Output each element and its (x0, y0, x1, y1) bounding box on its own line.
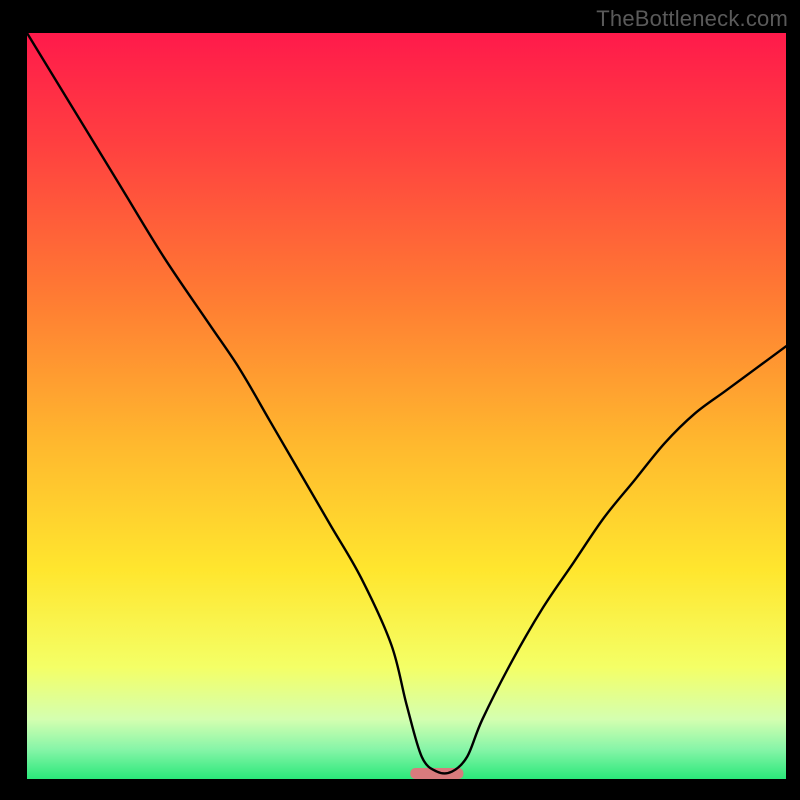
watermark-text: TheBottleneck.com (596, 6, 788, 32)
bottleneck-chart (0, 0, 800, 800)
gradient-background (27, 33, 786, 779)
chart-container: TheBottleneck.com (0, 0, 800, 800)
